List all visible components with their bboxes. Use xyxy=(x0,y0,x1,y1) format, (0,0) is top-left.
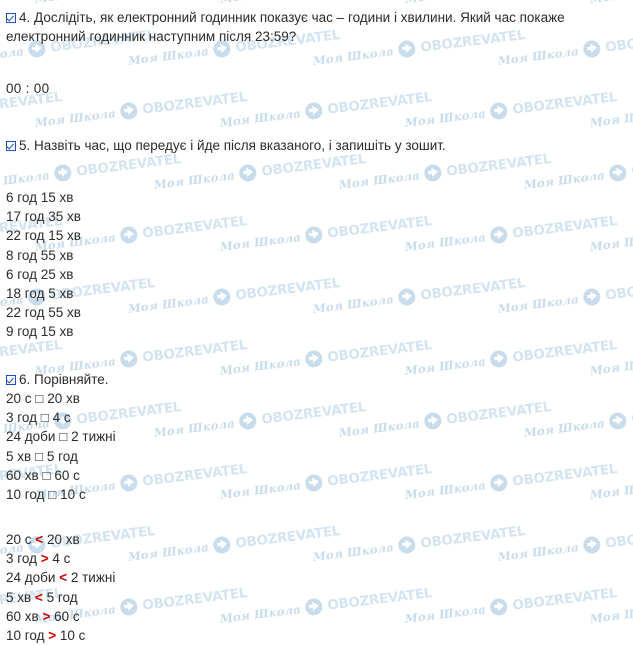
list-item: 22 год 55 хв xyxy=(6,305,81,321)
solution-right: 2 тижні xyxy=(70,570,116,586)
comparison-box[interactable]: □ xyxy=(35,391,43,406)
list-item: 8 год 55 хв xyxy=(6,247,74,263)
exercise-6-solution-list: 20 с < 20 хв 3 год > 4 с 24 доби < 2 тиж… xyxy=(6,530,115,645)
comparison-left: 24 доби xyxy=(6,429,56,445)
solution-left: 10 год xyxy=(6,628,45,644)
checkbox-checked-icon[interactable] xyxy=(6,13,16,23)
list-item: 22 год 15 хв xyxy=(6,228,81,244)
solution-operator: > xyxy=(42,608,51,624)
exercise-6: 6. Порівняйте. xyxy=(6,370,620,389)
comparison-left: 60 хв xyxy=(6,467,39,483)
exercise-4: 4. Дослідіть, як електронний годинник по… xyxy=(6,8,620,46)
solution-left: 60 хв xyxy=(6,608,39,624)
comparison-left: 20 с xyxy=(6,391,32,406)
exercise-5-time-list: 6 год 15 хв 17 год 35 хв 22 год 15 хв 8 … xyxy=(6,188,81,342)
solution-right: 5 год xyxy=(46,589,78,605)
list-item: 6 год 25 хв xyxy=(6,266,74,282)
list-item: 6 год 15 хв xyxy=(6,190,74,205)
solution-operator: > xyxy=(40,551,49,567)
exercise-6-heading: 6. Порівняйте. xyxy=(6,370,620,389)
solution-left: 3 год xyxy=(6,551,37,567)
exercise-4-number: 4. xyxy=(19,10,31,25)
solution-operator: < xyxy=(59,570,68,586)
checkbox-checked-icon[interactable] xyxy=(6,375,16,385)
worksheet-content: 4. Дослідіть, як електронний годинник по… xyxy=(0,0,633,645)
comparison-left: 3 год xyxy=(6,410,37,426)
list-item: 18 год 5 хв xyxy=(6,286,74,302)
comparison-left: 10 год xyxy=(6,487,45,503)
comparison-row: 24 доби □ 2 тижні xyxy=(6,427,116,446)
comparison-right: 20 хв xyxy=(47,391,80,406)
exercise-5-prompt: Назвіть час, що передує і йде після вказ… xyxy=(34,138,446,153)
exercise-4-heading: 4. Дослідіть, як електронний годинник по… xyxy=(6,8,620,46)
comparison-box[interactable]: □ xyxy=(48,487,56,502)
comparison-row: 3 год □ 4 с xyxy=(6,408,116,427)
comparison-right: 4 с xyxy=(52,410,71,426)
comparison-right: 5 год xyxy=(46,448,78,464)
list-item: 17 год 35 хв xyxy=(6,209,81,225)
comparison-right: 60 с xyxy=(54,467,80,483)
exercise-6-task-list: 20 с □ 20 хв 3 год □ 4 с 24 доби □ 2 тиж… xyxy=(6,389,116,504)
exercise-6-prompt: Порівняйте. xyxy=(34,372,109,387)
comparison-row: 10 год □ 10 с xyxy=(6,485,116,504)
comparison-right: 10 с xyxy=(60,487,86,503)
solution-left: 24 доби xyxy=(6,570,56,586)
solution-row: 24 доби < 2 тижні xyxy=(6,568,115,587)
solution-right: 10 с xyxy=(59,628,86,644)
comparison-row: 60 хв □ 60 с xyxy=(6,466,116,485)
comparison-right: 2 тижні xyxy=(71,429,116,445)
comparison-box[interactable]: □ xyxy=(41,410,49,425)
solution-operator: < xyxy=(35,532,44,547)
solution-operator: < xyxy=(34,589,43,605)
comparison-row: 5 хв □ 5 год xyxy=(6,447,116,466)
solution-right: 4 с xyxy=(52,551,71,567)
exercise-5-heading: 5. Назвіть час, що передує і йде після в… xyxy=(6,136,620,155)
solution-row: 10 год > 10 с xyxy=(6,626,115,645)
solution-row: 60 хв > 60 с xyxy=(6,607,115,626)
comparison-left: 5 хв xyxy=(6,448,32,464)
comparison-box[interactable]: □ xyxy=(59,429,67,444)
exercise-5: 5. Назвіть час, що передує і йде після в… xyxy=(6,136,620,155)
solution-left: 20 с xyxy=(6,532,32,547)
exercise-4-answer: 00 : 00 xyxy=(6,81,50,96)
solution-row: 5 хв < 5 год xyxy=(6,588,115,607)
checkbox-checked-icon[interactable] xyxy=(6,141,16,151)
exercise-4-prompt: Дослідіть, як електронний годинник показ… xyxy=(6,10,565,44)
comparison-row: 20 с □ 20 хв xyxy=(6,389,116,408)
solution-right: 60 с xyxy=(54,608,80,624)
comparison-box[interactable]: □ xyxy=(42,468,50,483)
solution-operator: > xyxy=(48,628,57,644)
solution-row: 3 год > 4 с xyxy=(6,549,115,568)
exercise-5-number: 5. xyxy=(19,138,31,153)
solution-row: 20 с < 20 хв xyxy=(6,530,115,549)
solution-right: 20 хв xyxy=(46,532,80,547)
solution-left: 5 хв xyxy=(6,589,32,605)
comparison-box[interactable]: □ xyxy=(35,449,43,464)
exercise-6-number: 6. xyxy=(19,372,31,387)
list-item: 9 год 15 хв xyxy=(6,324,74,340)
